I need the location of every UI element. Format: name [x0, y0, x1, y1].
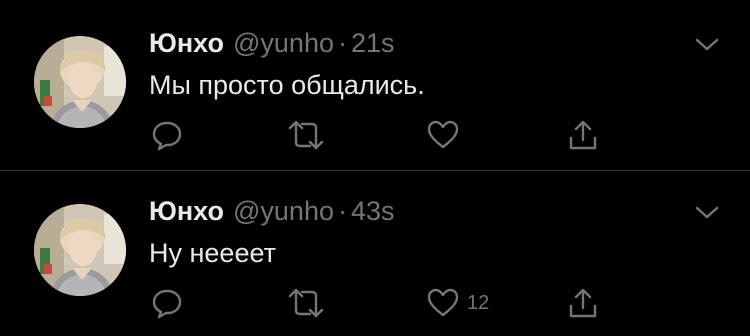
avatar[interactable] [34, 36, 126, 128]
user-handle[interactable]: @yunho [233, 28, 334, 59]
tweet[interactable]: Юнхо @yunho · 21s Мы просто общались. [0, 0, 750, 168]
share-button[interactable] [566, 118, 600, 152]
display-name[interactable]: Юнхо [149, 196, 224, 227]
timestamp[interactable]: 43s [351, 196, 395, 227]
reply-button[interactable] [150, 118, 184, 152]
like-button[interactable]: 12 [426, 286, 489, 320]
display-name[interactable]: Юнхо [149, 28, 224, 59]
avatar[interactable] [34, 204, 126, 296]
heart-icon [426, 286, 460, 320]
separator-dot: · [337, 196, 347, 226]
tweet-header: Юнхо @yunho · 43s [149, 196, 395, 232]
tweet-feed: Юнхо @yunho · 21s Мы просто общались. Юн… [0, 0, 750, 336]
chevron-down-icon[interactable] [692, 200, 722, 226]
reply-icon [150, 118, 184, 152]
retweet-icon [286, 286, 326, 320]
tweet[interactable]: Юнхо @yunho · 43s Ну неееет 12 [0, 168, 750, 336]
tweet-actions: 12 [0, 286, 750, 320]
share-icon [566, 286, 600, 320]
timestamp[interactable]: 21s [351, 28, 395, 59]
reply-button[interactable] [150, 286, 184, 320]
retweet-button[interactable] [286, 286, 326, 320]
tweet-actions [0, 118, 750, 152]
reply-icon [150, 286, 184, 320]
like-button[interactable] [426, 118, 467, 152]
like-count: 12 [467, 291, 490, 314]
tweet-header: Юнхо @yunho · 21s [149, 28, 395, 64]
retweet-button[interactable] [286, 118, 326, 152]
chevron-down-icon[interactable] [692, 32, 722, 58]
share-button[interactable] [566, 286, 600, 320]
tweet-text: Мы просто общались. [149, 70, 425, 100]
retweet-icon [286, 118, 326, 152]
user-handle[interactable]: @yunho [233, 196, 334, 227]
separator-dot: · [337, 28, 347, 58]
heart-icon [426, 118, 460, 152]
share-icon [566, 118, 600, 152]
tweet-text: Ну неееет [149, 238, 276, 268]
